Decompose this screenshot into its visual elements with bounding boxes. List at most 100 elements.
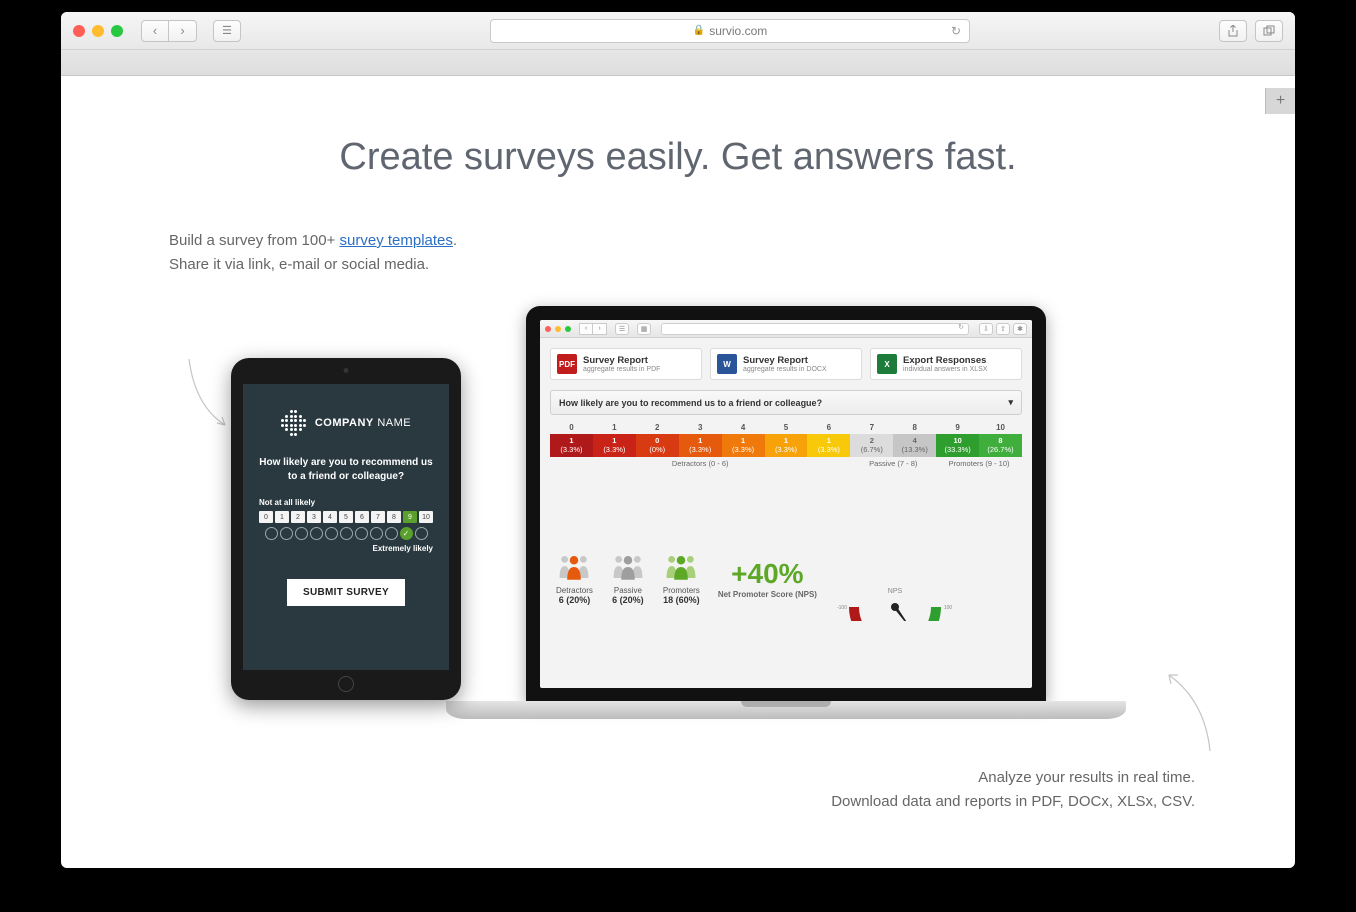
detractors-group: Detractors 6 (20%) [556,552,593,605]
mini-back-button[interactable]: ‹ [579,323,593,335]
svg-text:NPS: NPS [888,588,903,595]
rating-number-7[interactable]: 7 [371,511,385,523]
laptop-app-window: ‹ › ☰ ▦ ⇩ ⇧ ✱ [540,320,1032,688]
rating-dot-10[interactable] [415,527,428,540]
laptop-base [446,701,1126,719]
rating-number-3[interactable]: 3 [307,511,321,523]
forward-button[interactable]: › [169,20,197,42]
rating-number-2[interactable]: 2 [291,511,305,523]
survey-question: How likely are you to recommend us to a … [257,456,435,484]
rating-dot-6[interactable] [355,527,368,540]
minimize-window-button[interactable] [92,25,104,37]
mini-share-button[interactable]: ⇧ [996,323,1010,335]
logo-dots-icon [281,410,307,436]
mini-address-bar[interactable] [661,323,969,335]
people-icon-promoters [664,552,698,582]
people-icon-detractors [557,552,591,582]
rating-dot-4[interactable] [325,527,338,540]
address-bar[interactable]: 🔒 survio.com ↻ [490,19,970,43]
nps-gauge: -100-75-50-250255075100NPS [835,541,955,615]
high-anchor-label: Extremely likely [259,544,433,553]
tablet-screen: COMPANY NAME How likely are you to recom… [243,384,449,670]
rating-dot-8[interactable] [385,527,398,540]
back-button[interactable]: ‹ [141,20,169,42]
xlsx-icon: X [877,354,897,374]
detractors-range-label: Detractors (0 - 6) [550,459,850,468]
rating-number-1[interactable]: 1 [275,511,289,523]
passive-range-label: Passive (7 - 8) [850,459,936,468]
docx-icon: W [717,354,737,374]
safari-toolbar: ‹ › ☰ 🔒 survio.com ↻ [61,12,1295,50]
nps-cell-7: 72(6.7%) [850,421,893,457]
question-dropdown[interactable]: How likely are you to recommend us to a … [550,390,1022,415]
nps-cell-10: 108(26.7%) [979,421,1022,457]
hero-heading: Create surveys easily. Get answers fast. [161,136,1195,179]
nps-cell-3: 31(3.3%) [679,421,722,457]
tabs-button[interactable] [1255,20,1283,42]
segment-labels: Detractors (0 - 6) Passive (7 - 8) Promo… [550,459,1022,468]
share-icon [1227,25,1239,37]
share-button[interactable] [1219,20,1247,42]
nps-cell-5: 51(3.3%) [765,421,808,457]
rating-number-5[interactable]: 5 [339,511,353,523]
laptop-screen: ‹ › ☰ ▦ ⇩ ⇧ ✱ [526,306,1046,702]
intro-copy: Build a survey from 100+ survey template… [169,229,1195,277]
rating-dot-9[interactable]: ✓ [400,527,413,540]
nps-cell-4: 41(3.3%) [722,421,765,457]
page-content: Create surveys easily. Get answers fast.… [61,76,1295,868]
rating-dot-7[interactable] [370,527,383,540]
rating-number-8[interactable]: 8 [387,511,401,523]
passive-group: Passive 6 (20%) [611,552,645,605]
rating-number-6[interactable]: 6 [355,511,369,523]
export-cards: PDFSurvey Reportaggregate results in PDF… [540,338,1032,386]
mini-zoom-button[interactable] [565,326,571,332]
company-logo: COMPANY NAME [257,410,435,436]
mini-grid-button[interactable]: ▦ [637,323,651,335]
tabs-icon [1263,25,1275,37]
mini-close-button[interactable] [545,326,551,332]
survey-templates-link[interactable]: survey templates [340,232,453,249]
people-icon-passive [611,552,645,582]
export-card-xlsx[interactable]: XExport Responsesindividual answers in X… [870,348,1022,380]
laptop-mockup: ‹ › ☰ ▦ ⇩ ⇧ ✱ [446,306,1126,761]
traffic-lights [73,25,123,37]
mini-minimize-button[interactable] [555,326,561,332]
company-name: COMPANY NAME [315,417,411,429]
nps-cell-8: 84(13.3%) [893,421,936,457]
sidebar-toggle-button[interactable]: ☰ [213,20,241,42]
rating-dot-3[interactable] [310,527,323,540]
url-host: survio.com [709,24,767,38]
rating-dot-2[interactable] [295,527,308,540]
rating-dot-5[interactable] [340,527,353,540]
rating-number-row: 012345678910 [257,511,435,523]
tablet-camera [344,368,349,373]
device-mockups: COMPANY NAME How likely are you to recom… [231,306,1131,766]
rating-number-4[interactable]: 4 [323,511,337,523]
mini-download-button[interactable]: ⇩ [979,323,993,335]
zoom-window-button[interactable] [111,25,123,37]
submit-survey-button[interactable]: SUBMIT SURVEY [287,579,405,606]
lock-icon: 🔒 [693,25,705,36]
rating-number-0[interactable]: 0 [259,511,273,523]
nps-summary-row: Detractors 6 (20%) Passive 6 (20%) [540,468,1032,688]
mini-settings-button[interactable]: ✱ [1013,323,1027,335]
close-window-button[interactable] [73,25,85,37]
rating-dot-0[interactable] [265,527,278,540]
rating-number-10[interactable]: 10 [419,511,433,523]
export-card-pdf[interactable]: PDFSurvey Reportaggregate results in PDF [550,348,702,380]
nps-cell-9: 910(33.3%) [936,421,979,457]
export-card-docx[interactable]: WSurvey Reportaggregate results in DOCX [710,348,862,380]
pdf-icon: PDF [557,354,577,374]
mini-forward-button[interactable]: › [593,323,607,335]
nps-cell-0: 01(3.3%) [550,421,593,457]
nps-cell-1: 11(3.3%) [593,421,636,457]
svg-text:100: 100 [944,605,953,611]
rating-number-9[interactable]: 9 [403,511,417,523]
tablet-home-button[interactable] [338,676,354,692]
promoters-group: Promoters 18 (60%) [663,552,700,605]
rating-dot-1[interactable] [280,527,293,540]
reload-icon[interactable]: ↻ [951,24,961,38]
nps-cell-6: 61(3.3%) [807,421,850,457]
mini-sidebar-button[interactable]: ☰ [615,323,629,335]
nps-cell-2: 20(0%) [636,421,679,457]
